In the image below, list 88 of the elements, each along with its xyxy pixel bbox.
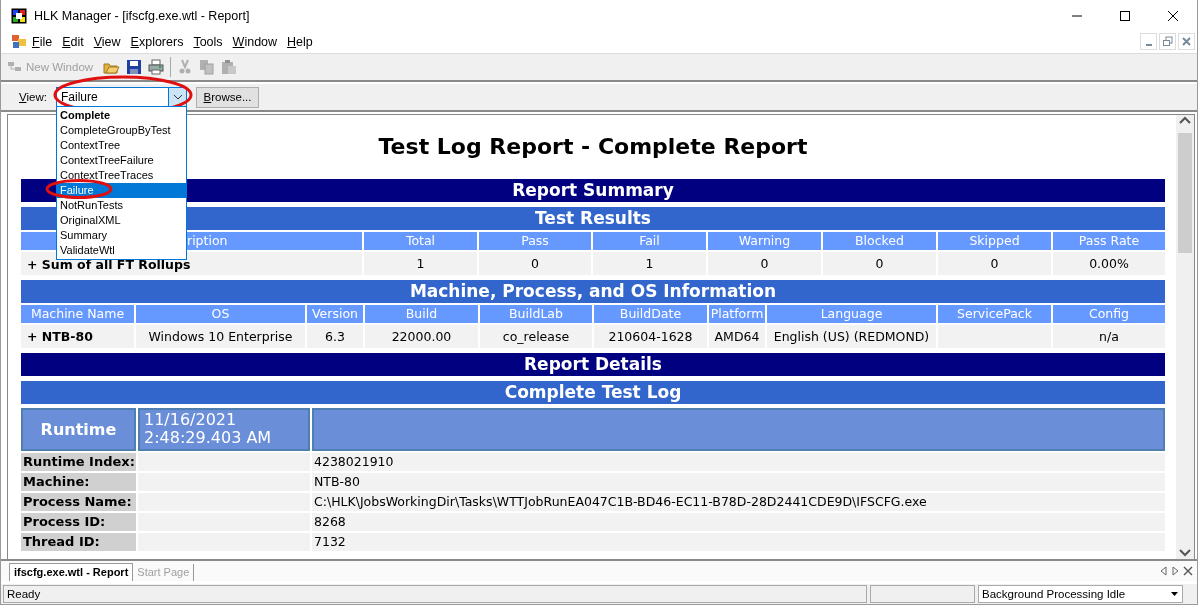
report-title: Test Log Report - Complete Report	[378, 134, 808, 159]
menu-item[interactable]: Tools	[188, 34, 228, 49]
field-label: Machine:	[21, 473, 136, 491]
highlight-ellipse	[45, 179, 113, 199]
view-dropdown[interactable]: Failure	[56, 87, 187, 107]
column-header: Pass Rate	[1053, 232, 1165, 250]
column-header: Machine Name	[21, 305, 134, 323]
background-status-dropdown[interactable]: Background Processing Idle	[978, 585, 1183, 603]
column-header: BuildDate	[594, 305, 707, 323]
table-cell: 1	[593, 252, 706, 275]
column-header: Fail	[593, 232, 706, 250]
table-cell: AMD64	[709, 325, 765, 348]
view-label: View:	[19, 91, 48, 103]
table-cell: 6.3	[307, 325, 363, 348]
column-header: Skipped	[938, 232, 1051, 250]
column-header: Platform	[709, 305, 765, 323]
dropdown-option[interactable]: CompleteGroupByTest	[57, 123, 186, 138]
table-cell: 0	[823, 252, 936, 275]
table-cell: 22000.00	[365, 325, 478, 348]
close-icon[interactable]	[1167, 10, 1179, 22]
field-value: C:\HLK\JobsWorkingDir\Tasks\WTTJobRunEA047C1B-BD46-EC11-B78D-28D2441CDE9D\IFSCFG.exe	[312, 493, 1165, 511]
copy-icon[interactable]	[199, 59, 216, 75]
table-cell: English (US) (REDMOND)	[767, 325, 936, 348]
status-text: Ready	[3, 585, 867, 603]
table-cell: 0.00%	[1053, 252, 1165, 275]
chevron-down-icon	[172, 93, 183, 101]
column-header: Version	[307, 305, 363, 323]
field-label: Process Name:	[21, 493, 136, 511]
document-icon	[11, 33, 27, 50]
column-header: Blocked	[823, 232, 936, 250]
table-cell: + NTB-80	[21, 325, 134, 348]
dropdown-option[interactable]: NotRunTests	[57, 198, 186, 213]
field-label: Process ID:	[21, 513, 136, 531]
table-cell: Windows 10 Enterprise	[136, 325, 305, 348]
dropdown-option[interactable]: Complete	[57, 108, 186, 123]
field-label: Thread ID:	[21, 533, 136, 551]
field-value: 7132	[312, 533, 1165, 551]
table-cell: 210604-1628	[594, 325, 707, 348]
printer-icon[interactable]	[148, 59, 165, 75]
table-cell: 0	[479, 252, 591, 275]
restore-icon[interactable]	[1159, 33, 1176, 50]
runtime-timestamp: 11/16/2021 2:48:29.403 AM	[138, 408, 310, 451]
scroll-thumb[interactable]	[1178, 133, 1192, 253]
table-cell: 0	[708, 252, 821, 275]
section-heading: Complete Test Log	[21, 381, 1165, 404]
chevron-down-icon[interactable]	[1178, 547, 1192, 559]
table-cell: n/a	[1053, 325, 1165, 348]
dropdown-option[interactable]: ContextTreeFailure	[57, 153, 186, 168]
menu-item[interactable]: Edit	[57, 34, 89, 49]
dropdown-option[interactable]: ContextTreeTraces	[57, 168, 186, 183]
dropdown-arrow-icon	[1171, 592, 1178, 596]
menu-item[interactable]: Explorers	[125, 34, 189, 49]
browse-button[interactable]: Browse...	[196, 86, 259, 108]
close-icon[interactable]	[1183, 566, 1193, 576]
column-header: OS	[136, 305, 305, 323]
table-cell: co_release	[480, 325, 592, 348]
field-value: 8268	[312, 513, 1165, 531]
scroll-right-icon[interactable]	[1171, 566, 1180, 576]
column-header: Build	[365, 305, 478, 323]
vertical-scrollbar[interactable]	[1176, 115, 1194, 559]
section-heading: Machine, Process, and OS Information	[21, 280, 1165, 303]
runtime-label: Runtime	[21, 408, 136, 451]
app-logo-icon	[11, 8, 27, 24]
field-value: 4238021910	[312, 453, 1165, 471]
column-header: Config	[1053, 305, 1165, 323]
window-title: HLK Manager - [ifscfg.exe.wtl - Report]	[34, 9, 251, 23]
menu-item[interactable]: View	[88, 34, 126, 49]
dropdown-option[interactable]: OriginalXML	[57, 213, 186, 228]
column-header: Language	[767, 305, 936, 323]
minimize-icon[interactable]	[1140, 33, 1157, 50]
dropdown-option[interactable]: ContextTree	[57, 138, 186, 153]
column-header: Warning	[708, 232, 821, 250]
table-cell: 1	[364, 252, 477, 275]
field-value: NTB-80	[312, 473, 1165, 491]
maximize-icon[interactable]	[1119, 10, 1131, 22]
column-header: ServicePack	[938, 305, 1051, 323]
column-header: Total	[364, 232, 477, 250]
menu-item[interactable]: Help	[282, 34, 318, 49]
scroll-left-icon[interactable]	[1159, 566, 1168, 576]
section-heading: Report Details	[21, 353, 1165, 376]
document-tab[interactable]: ifscfg.exe.wtl - Report	[9, 563, 134, 581]
column-header: Pass	[479, 232, 591, 250]
column-header: BuildLab	[480, 305, 592, 323]
field-label: Runtime Index:	[21, 453, 136, 471]
clipboard-icon[interactable]	[221, 59, 238, 75]
menu-item[interactable]: Window	[227, 34, 283, 49]
menu-item[interactable]: File	[27, 34, 58, 49]
table-cell: 0	[938, 252, 1051, 275]
